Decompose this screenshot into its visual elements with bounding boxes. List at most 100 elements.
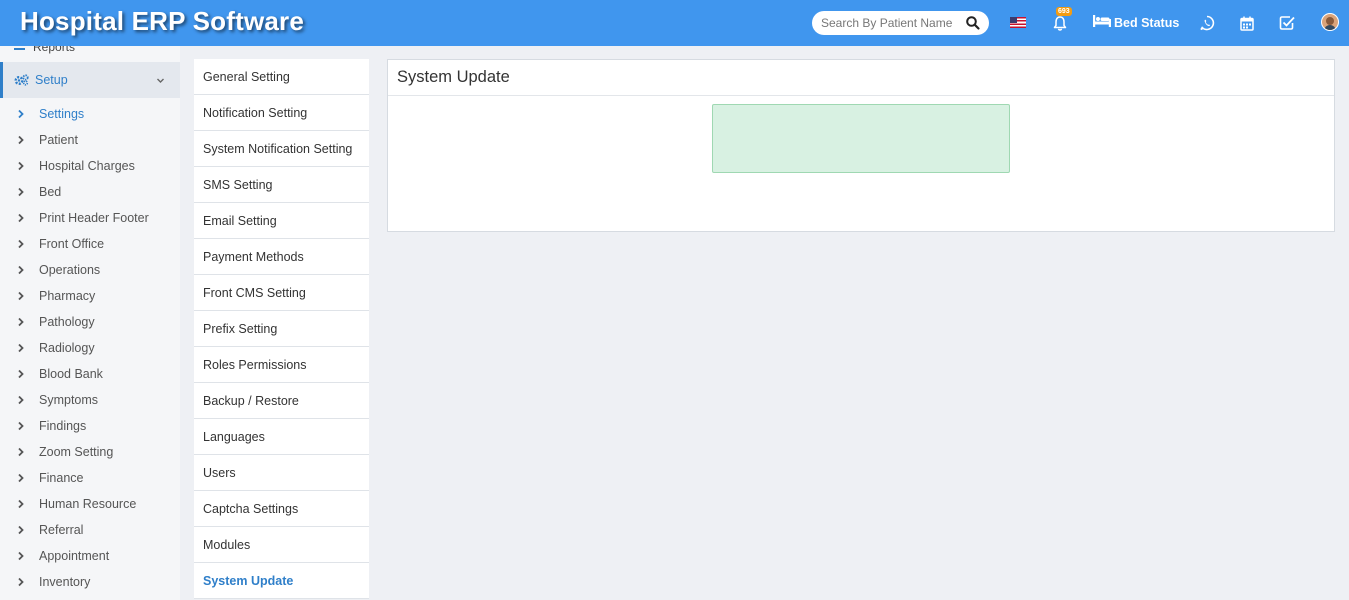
panel-title: System Update: [388, 60, 1334, 96]
chevron-right-icon: [17, 161, 39, 171]
chevron-right-icon: [17, 421, 39, 431]
sidebar: Reports Setup Settings Patient Hospital …: [0, 46, 180, 600]
sidebar-item-label: Human Resource: [39, 497, 137, 511]
chevron-right-icon: [17, 213, 39, 223]
chevron-right-icon: [17, 135, 39, 145]
sidebar-item-finance[interactable]: Finance: [0, 465, 180, 491]
sidebar-item-findings[interactable]: Findings: [0, 413, 180, 439]
sidebar-item-human-resource[interactable]: Human Resource: [0, 491, 180, 517]
sidebar-item-appointment[interactable]: Appointment: [0, 543, 180, 569]
sidebar-item-label: Pathology: [39, 315, 95, 329]
chevron-right-icon: [17, 525, 39, 535]
settings-menu-item[interactable]: Email Setting: [194, 203, 369, 239]
calendar-icon[interactable]: [1237, 13, 1257, 33]
chevron-right-icon: [17, 447, 39, 457]
app-brand[interactable]: Hospital ERP Software: [20, 6, 304, 37]
settings-menu-item[interactable]: Notification Setting: [194, 95, 369, 131]
sidebar-item-bed[interactable]: Bed: [0, 179, 180, 205]
sidebar-item-pharmacy[interactable]: Pharmacy: [0, 283, 180, 309]
sidebar-item-reports[interactable]: Reports: [14, 46, 75, 54]
check-square-icon[interactable]: [1277, 13, 1297, 33]
sidebar-item-label: Bed: [39, 185, 62, 199]
settings-menu-item[interactable]: Front CMS Setting: [194, 275, 369, 311]
sidebar-item-label: Patient: [39, 133, 78, 147]
sidebar-item-label: Settings: [39, 107, 85, 121]
whatsapp-icon[interactable]: [1197, 13, 1217, 33]
settings-menu-item[interactable]: General Setting: [194, 59, 369, 95]
settings-menu-item[interactable]: Captcha Settings: [194, 491, 369, 527]
sidebar-item-operations[interactable]: Operations: [0, 257, 180, 283]
reports-icon: [14, 46, 25, 50]
sidebar-item-blood-bank[interactable]: Blood Bank: [0, 361, 180, 387]
sidebar-item-label: Radiology: [39, 341, 95, 355]
sidebar-item-label: Referral: [39, 523, 84, 537]
sidebar-item-front-office[interactable]: Front Office: [0, 231, 180, 257]
settings-menu: General Setting Notification Setting Sys…: [194, 59, 369, 599]
sidebar-item-setup[interactable]: Setup: [0, 62, 180, 98]
sidebar-item-label: Print Header Footer: [39, 211, 149, 225]
sidebar-item-patient[interactable]: Patient: [0, 127, 180, 153]
sidebar-item-label: Blood Bank: [39, 367, 103, 381]
settings-menu-item[interactable]: Roles Permissions: [194, 347, 369, 383]
user-avatar[interactable]: [1321, 13, 1339, 31]
chevron-right-icon: [17, 369, 39, 379]
sidebar-item-inventory[interactable]: Inventory: [0, 569, 180, 595]
settings-menu-item[interactable]: Languages: [194, 419, 369, 455]
chevron-down-icon: [156, 74, 165, 88]
search-icon[interactable]: [965, 15, 981, 31]
top-navbar: Hospital ERP Software 693 Bed Status: [0, 0, 1349, 46]
sidebar-item-label: Symptoms: [39, 393, 99, 407]
chevron-right-icon: [17, 395, 39, 405]
chevron-right-icon: [17, 551, 39, 561]
sidebar-item-label: Inventory: [39, 575, 91, 589]
settings-menu-item[interactable]: Backup / Restore: [194, 383, 369, 419]
sidebar-item-label: Hospital Charges: [39, 159, 135, 173]
sidebar-item-label: Zoom Setting: [39, 445, 114, 459]
settings-menu-item[interactable]: System Notification Setting: [194, 131, 369, 167]
us-flag-icon[interactable]: [1010, 17, 1026, 28]
sidebar-item-hospital-charges[interactable]: Hospital Charges: [0, 153, 180, 179]
sidebar-item-label: Appointment: [39, 549, 110, 563]
sidebar-item-label: Operations: [39, 263, 101, 277]
settings-menu-item[interactable]: Payment Methods: [194, 239, 369, 275]
chevron-right-icon: [17, 473, 39, 483]
bed-status-link[interactable]: Bed Status: [1093, 15, 1179, 30]
setup-submenu: Settings Patient Hospital Charges Bed Pr…: [0, 101, 180, 595]
settings-menu-item-active[interactable]: System Update: [194, 563, 369, 599]
update-status-alert: [712, 104, 1010, 173]
chevron-right-icon: [17, 317, 39, 327]
sidebar-item-pathology[interactable]: Pathology: [0, 309, 180, 335]
chevron-right-icon: [17, 239, 39, 249]
search-input[interactable]: [821, 15, 953, 31]
sidebar-item-label: Findings: [39, 419, 87, 433]
bed-icon: [1093, 15, 1111, 30]
sidebar-item-symptoms[interactable]: Symptoms: [0, 387, 180, 413]
chevron-right-icon: [17, 265, 39, 275]
bell-icon[interactable]: [1050, 13, 1070, 33]
sidebar-item-referral[interactable]: Referral: [0, 517, 180, 543]
system-update-panel: System Update: [387, 59, 1335, 232]
settings-menu-item[interactable]: Modules: [194, 527, 369, 563]
settings-menu-item[interactable]: Users: [194, 455, 369, 491]
cogs-icon: [14, 74, 29, 86]
chevron-right-icon: [17, 187, 39, 197]
sidebar-item-label: Finance: [39, 471, 84, 485]
chevron-right-icon: [17, 343, 39, 353]
bed-status-label: Bed Status: [1114, 15, 1180, 30]
chevron-right-icon: [17, 577, 39, 587]
sidebar-item-settings[interactable]: Settings: [0, 101, 180, 127]
sidebar-item-print-header-footer[interactable]: Print Header Footer: [0, 205, 180, 231]
chevron-right-icon: [17, 499, 39, 509]
chevron-right-icon: [17, 109, 39, 119]
sidebar-item-label: Front Office: [39, 237, 105, 251]
sidebar-item-label: Pharmacy: [39, 289, 96, 303]
sidebar-item-radiology[interactable]: Radiology: [0, 335, 180, 361]
chevron-right-icon: [17, 291, 39, 301]
notification-count-badge: 693: [1056, 7, 1072, 16]
sidebar-item-zoom-setting[interactable]: Zoom Setting: [0, 439, 180, 465]
settings-menu-item[interactable]: SMS Setting: [194, 167, 369, 203]
sidebar-item-label: Reports: [33, 46, 76, 54]
patient-search: [812, 11, 989, 35]
sidebar-item-label: Setup: [35, 73, 68, 87]
settings-menu-item[interactable]: Prefix Setting: [194, 311, 369, 347]
